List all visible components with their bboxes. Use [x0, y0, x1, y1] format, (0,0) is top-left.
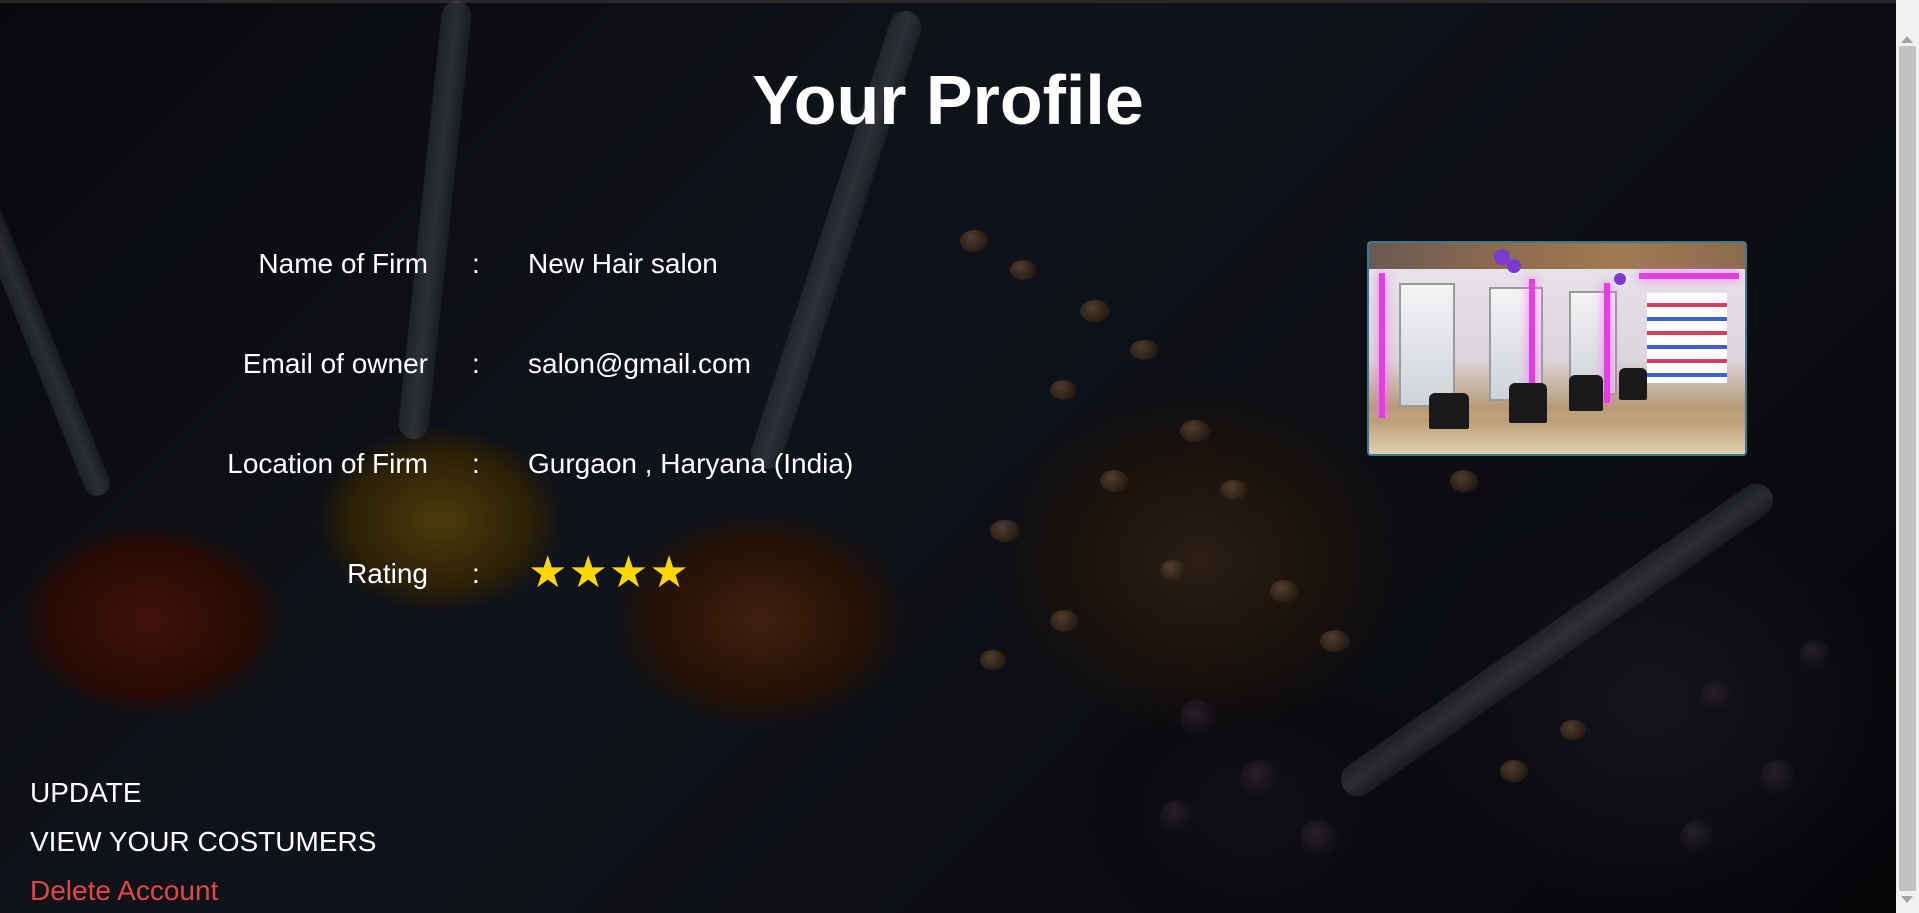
star-icon: ★ — [608, 547, 649, 598]
field-separator: : — [472, 448, 480, 479]
field-value: Gurgaon , Haryana (India) — [528, 448, 854, 479]
star-icon: ★ — [568, 547, 608, 598]
rating-stars: ★★★★ — [528, 551, 690, 595]
field-value: salon@gmail.com — [528, 348, 751, 379]
field-row-rating: Rating : ★★★★ — [0, 551, 1000, 598]
scrollbar-thumb[interactable] — [1899, 46, 1916, 891]
salon-photo — [1367, 241, 1747, 456]
update-link[interactable]: UPDATE — [30, 768, 376, 817]
field-row-firm-name: Name of Firm : New Hair salon — [0, 248, 1000, 288]
field-row-firm-location: Location of Firm : Gurgaon , Haryana (In… — [0, 448, 1000, 488]
field-separator: : — [472, 348, 480, 379]
field-value: New Hair salon — [528, 248, 718, 279]
vertical-scrollbar[interactable] — [1896, 0, 1919, 913]
field-label: Rating — [347, 558, 428, 589]
scroll-down-arrow-icon[interactable] — [1901, 896, 1913, 903]
field-row-owner-email: Email of owner : salon@gmail.com — [0, 348, 1000, 388]
scroll-up-arrow-icon[interactable] — [1901, 36, 1913, 43]
star-icon: ★ — [649, 547, 689, 598]
view-customers-link[interactable]: VIEW YOUR COSTUMERS — [30, 817, 376, 866]
page-title: Your Profile — [752, 61, 1144, 139]
field-label: Name of Firm — [258, 248, 428, 279]
field-label: Location of Firm — [227, 448, 428, 479]
profile-actions: UPDATE VIEW YOUR COSTUMERS Delete Accoun… — [30, 768, 376, 913]
delete-account-link[interactable]: Delete Account — [30, 866, 376, 913]
field-label: Email of owner — [242, 348, 428, 379]
field-separator: : — [472, 558, 480, 589]
star-icon: ★ — [528, 547, 568, 598]
field-separator: : — [472, 248, 480, 279]
profile-page: Your Profile Name of Firm : New Hair sal… — [0, 0, 1919, 913]
